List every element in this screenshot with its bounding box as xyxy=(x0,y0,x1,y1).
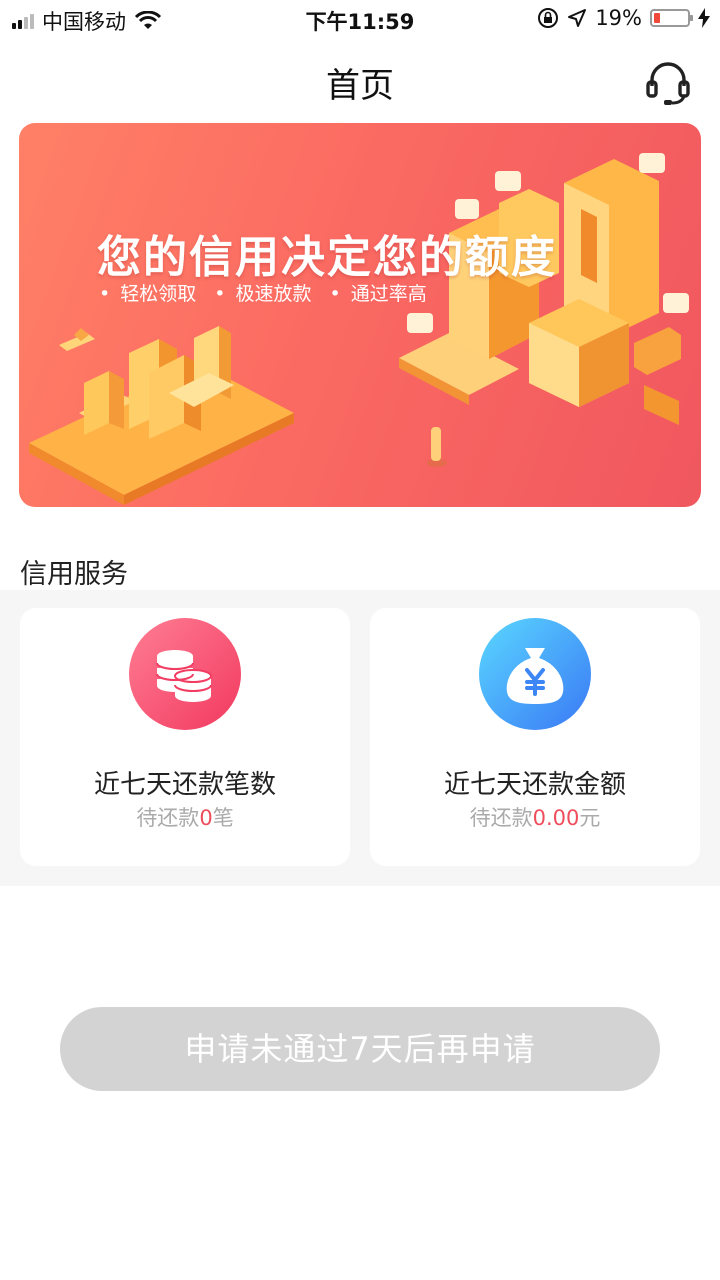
banner-bullet: 轻松领取 xyxy=(99,279,196,306)
status-right: 19% xyxy=(537,6,710,30)
orientation-lock-icon xyxy=(538,8,559,28)
sub-prefix: 待还款 xyxy=(469,806,533,830)
phone-city-illustration xyxy=(29,326,294,505)
card-label: 近七天还款金额 xyxy=(443,770,626,800)
card-sub: 待还款0.00元 xyxy=(370,802,700,832)
banner-bullet: 通过率高 xyxy=(329,279,427,306)
pending-count-value: 0 xyxy=(199,806,213,830)
sub-suffix: 笔 xyxy=(212,806,234,830)
repayment-amount-card[interactable]: 近七天还款金额 待还款0.00元 xyxy=(370,608,700,866)
location-icon xyxy=(568,9,587,27)
apply-button[interactable]: 申请未通过7天后再申请 xyxy=(60,1007,660,1091)
banner-bullet: 极速放款 xyxy=(214,279,311,306)
promo-banner[interactable]: 您的信用决定您的额度 轻松领取 极速放款 通过率高 xyxy=(19,123,701,507)
right-city-illustration xyxy=(399,153,689,467)
pending-amount-value: 0.00 xyxy=(532,806,580,830)
money-bag-icon-badge xyxy=(479,618,591,730)
charging-icon xyxy=(698,8,710,28)
coins-icon xyxy=(156,650,212,702)
banner-bullets: 轻松领取 极速放款 通过率高 xyxy=(99,279,427,306)
banner-illustration xyxy=(29,153,689,505)
sub-suffix: 元 xyxy=(579,806,601,830)
battery-icon xyxy=(650,9,693,27)
status-bar: 中国移动 下午11:59 19% xyxy=(0,0,720,40)
card-sub: 待还款0笔 xyxy=(20,802,350,832)
coins-icon-badge xyxy=(129,618,241,730)
card-label: 近七天还款笔数 xyxy=(93,770,276,800)
battery-percent: 19% xyxy=(595,6,642,30)
banner-headline: 您的信用决定您的额度 xyxy=(97,232,557,283)
nav-bar: 首页 xyxy=(0,40,720,120)
section-title: 信用服务 xyxy=(20,559,128,590)
sub-prefix: 待还款 xyxy=(136,806,200,830)
repayment-count-card[interactable]: 近七天还款笔数 待还款0笔 xyxy=(20,608,350,866)
page-title: 首页 xyxy=(326,66,394,106)
money-bag-icon xyxy=(506,648,564,704)
headset-icon[interactable] xyxy=(644,58,692,106)
